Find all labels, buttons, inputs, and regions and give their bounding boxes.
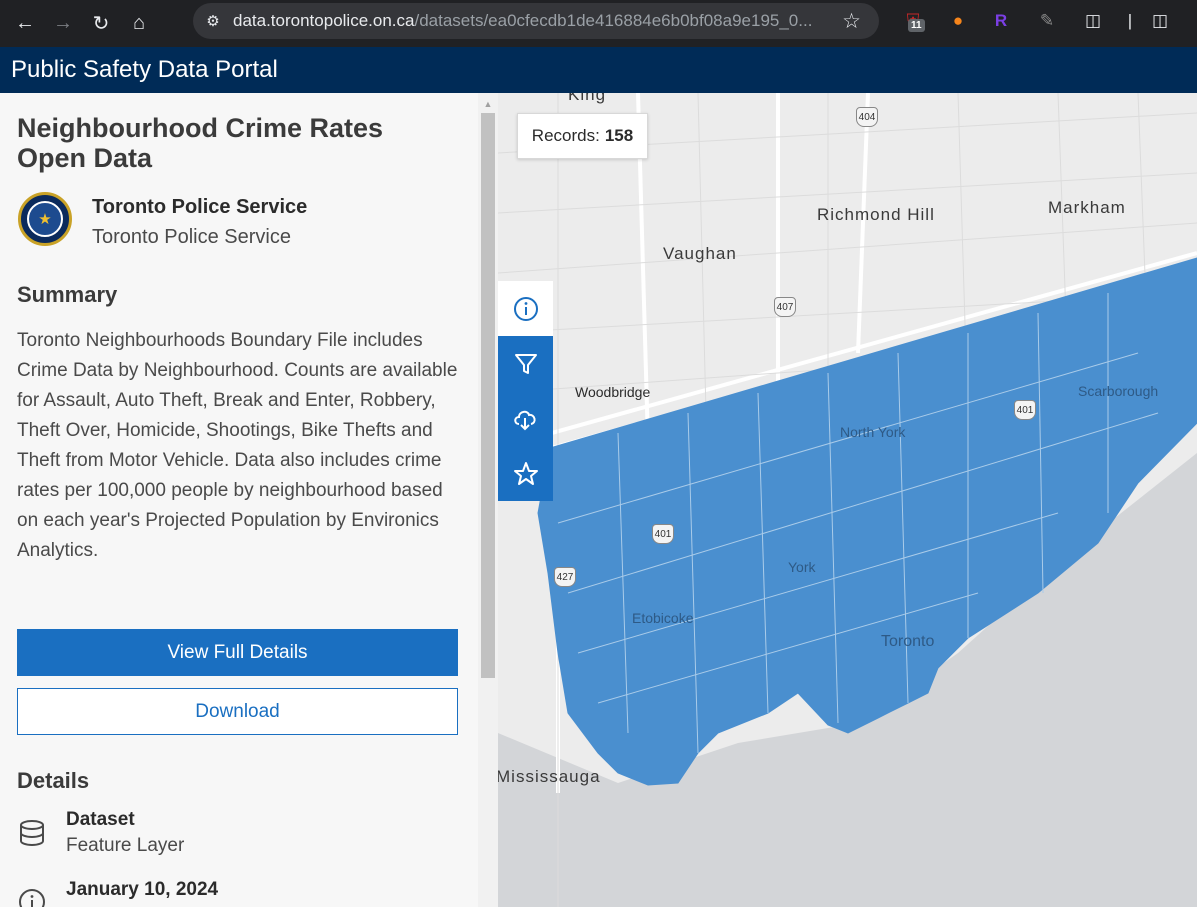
- download-button[interactable]: Download: [17, 688, 458, 735]
- highway-427-shield: 427: [554, 567, 576, 587]
- star-icon[interactable]: [498, 446, 553, 501]
- detail-type-title: Dataset: [66, 809, 135, 830]
- map-label-york: York: [788, 559, 816, 575]
- metamask-fox-icon[interactable]: ●: [943, 6, 973, 36]
- url-host: data.torontopolice.on.ca: [233, 11, 415, 30]
- view-full-details-button[interactable]: View Full Details: [17, 629, 458, 676]
- forward-icon[interactable]: →: [46, 7, 80, 41]
- back-icon[interactable]: ←: [8, 7, 42, 41]
- map-label-toronto: Toronto: [881, 633, 935, 650]
- detail-date-title: January 10, 2024: [66, 879, 219, 900]
- map-label-richmond-hill: Richmond Hill: [817, 205, 935, 224]
- filter-icon[interactable]: [498, 336, 553, 391]
- map-label-vaughan: Vaughan: [663, 244, 737, 263]
- bookmark-star-icon[interactable]: ☆: [842, 9, 861, 34]
- map-label-woodbridge: Woodbridge: [575, 384, 651, 400]
- extension-pen-icon[interactable]: ✎: [1032, 6, 1062, 36]
- toolbar-divider: |: [1127, 11, 1133, 30]
- address-bar[interactable]: ⚙ data.torontopolice.on.ca/datasets/ea0c…: [193, 3, 879, 39]
- records-count: 158: [604, 126, 634, 145]
- map-label-etobicoke: Etobicoke: [632, 610, 694, 626]
- records-label: Records:: [531, 126, 600, 145]
- highway-407-shield: 407: [774, 297, 796, 317]
- info-icon[interactable]: [498, 281, 553, 336]
- highway-401-east-shield: 401: [1014, 400, 1036, 420]
- site-settings-icon[interactable]: ⚙: [193, 12, 233, 30]
- detail-type-sub: Feature Layer: [66, 835, 185, 856]
- map-label-mississauga: Mississauga: [498, 767, 601, 786]
- map-label-scarborough: Scarborough: [1078, 383, 1159, 399]
- records-count-box: Records: 158: [517, 113, 648, 159]
- toronto-police-logo: ★: [18, 192, 72, 246]
- extension-badge: 11: [908, 19, 925, 32]
- url-text[interactable]: data.torontopolice.on.ca/datasets/ea0cfe…: [233, 11, 823, 31]
- map-label-king: King: [568, 93, 607, 104]
- owner-name[interactable]: Toronto Police Service: [92, 196, 307, 219]
- scrollbar-thumb[interactable]: [481, 113, 495, 678]
- home-icon[interactable]: ⌂: [122, 7, 156, 41]
- details-heading: Details: [17, 768, 90, 793]
- portal-title[interactable]: Public Safety Data Portal: [11, 56, 278, 84]
- owner-organization: Toronto Police Service: [92, 226, 291, 248]
- cloud-download-icon[interactable]: [498, 391, 553, 446]
- highway-401-shield: 401: [652, 524, 674, 544]
- map-side-toolbar: [498, 281, 553, 501]
- map-label-north-york: North York: [840, 424, 906, 440]
- reload-icon[interactable]: ↻: [84, 7, 118, 41]
- url-path: /datasets/ea0cfecdb1de416884e6b0bf08a9e1…: [414, 11, 813, 30]
- dataset-title: Neighbourhood Crime Rates Open Data: [17, 113, 384, 173]
- scroll-up-arrow-icon[interactable]: ▲: [478, 95, 498, 113]
- map-label-markham: Markham: [1048, 198, 1126, 217]
- extension-r-icon[interactable]: R: [986, 6, 1016, 36]
- extensions-puzzle-icon[interactable]: ◫: [1078, 6, 1108, 36]
- summary-heading: Summary: [17, 282, 118, 307]
- portal-header: Public Safety Data Portal: [0, 47, 1197, 93]
- summary-text: Toronto Neighbourhoods Boundary File inc…: [17, 330, 458, 561]
- map-view[interactable]: King Richmond Hill Markham Vaughan Woodb…: [498, 93, 1197, 907]
- highway-404-shield: 404: [856, 107, 878, 127]
- dataset-info-panel: Neighbourhood Crime Rates Open Data ★ To…: [0, 93, 478, 907]
- info-icon: [17, 887, 47, 907]
- crest-icon: ★: [27, 201, 63, 237]
- database-icon: [17, 818, 47, 848]
- side-panel-icon[interactable]: ◫: [1145, 6, 1175, 36]
